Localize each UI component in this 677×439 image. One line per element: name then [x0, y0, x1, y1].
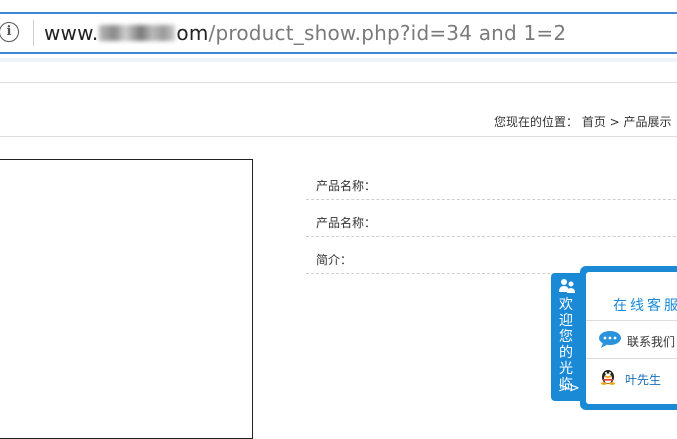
- product-intro-label: 简介：: [316, 253, 353, 267]
- info-icon[interactable]: i: [0, 22, 19, 42]
- breadcrumb: 您现在的位置： 首页 > 产品展示: [494, 115, 672, 129]
- product-name-field-2: 产品名称：: [306, 206, 677, 237]
- product-image-frame: [0, 159, 253, 439]
- address-separator: [33, 20, 34, 46]
- browser-address-bar: i www. om/product_show.php?id=34 and 1=2: [0, 0, 677, 61]
- toolbar-gap: [0, 58, 677, 62]
- panel-divider-2: [586, 358, 677, 359]
- online-service-tab[interactable]: 欢迎您的光临 >>: [551, 273, 581, 401]
- panel-divider-1: [586, 320, 677, 321]
- contact-us-label: 联系我们: [627, 335, 676, 349]
- agent-name: 叶先生: [625, 373, 662, 387]
- url-tail: om: [176, 21, 209, 45]
- expand-arrows[interactable]: >>: [558, 381, 580, 396]
- agent-qq-link[interactable]: 叶先生: [600, 367, 677, 387]
- url-input-box[interactable]: i www. om/product_show.php?id=34 and 1=2: [0, 12, 677, 54]
- welcome-vertical-text: 欢迎您的光临: [559, 297, 573, 393]
- url-text[interactable]: www. om/product_show.php?id=34 and 1=2: [44, 21, 566, 45]
- url-path: /product_show.php?id=34 and 1=2: [208, 21, 567, 45]
- product-name-field: 产品名称：: [306, 169, 677, 200]
- page-top-divider: [0, 82, 677, 83]
- product-name-label: 产品名称：: [316, 179, 377, 193]
- online-service-title: 在线客服: [613, 298, 677, 314]
- url-redacted-domain: [99, 25, 176, 41]
- breadcrumb-divider: [0, 136, 677, 137]
- contact-us-link[interactable]: 联系我们: [598, 330, 677, 350]
- qq-penguin-icon: [601, 370, 615, 385]
- product-name-label-2: 产品名称：: [316, 216, 377, 230]
- chat-bubble-icon: [599, 331, 621, 348]
- people-icon: [559, 279, 575, 293]
- url-prefix: www.: [44, 21, 99, 45]
